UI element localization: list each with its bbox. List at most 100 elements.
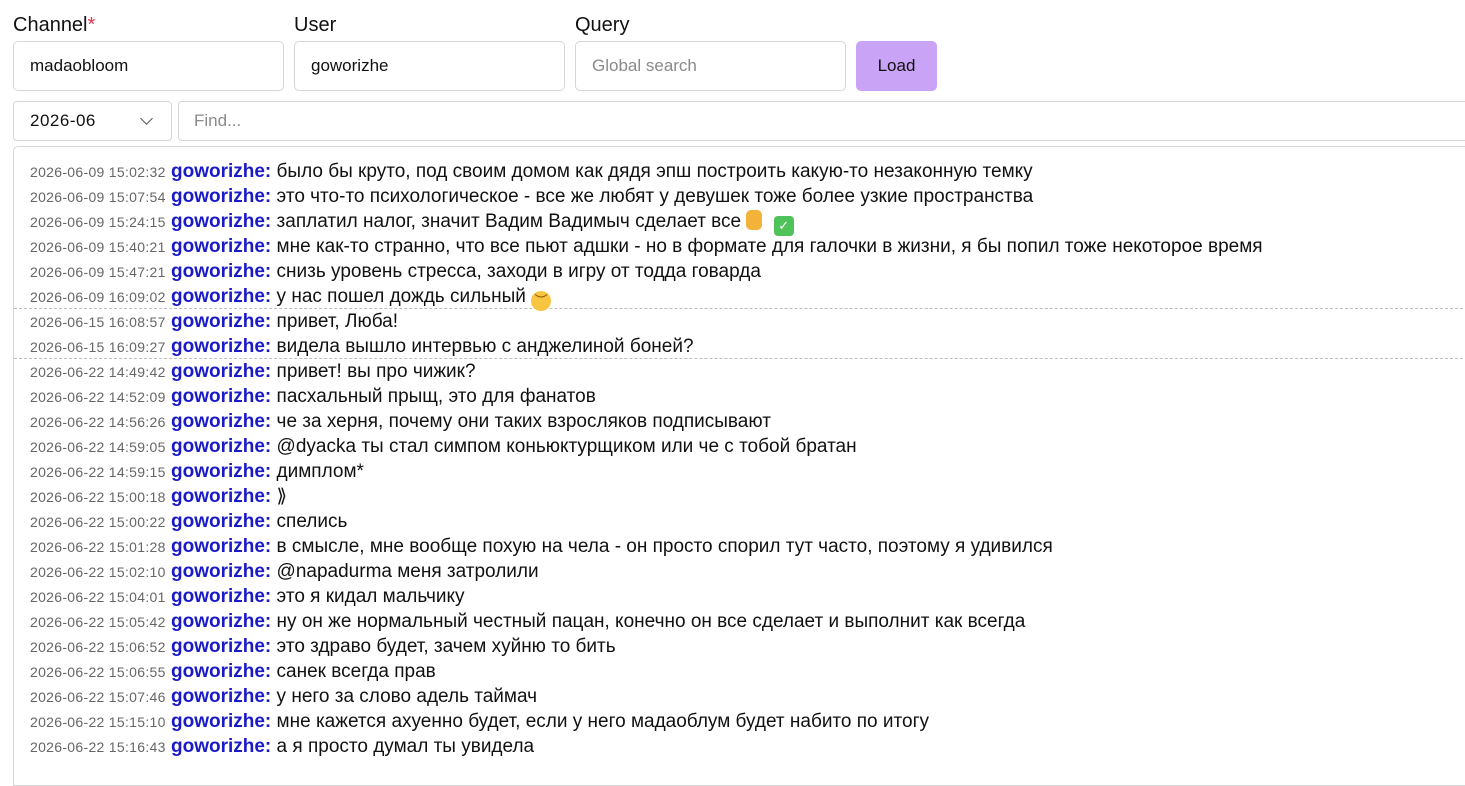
log-message: 2026-06-15 16:09:27 goworizhe: видела вы… (14, 334, 1465, 358)
message-text: у него за слово адель таймач (276, 686, 538, 707)
message-text: че за херня, почему они таких взросляков… (276, 411, 771, 432)
message-timestamp: 2026-06-22 14:56:26 (30, 414, 166, 430)
message-timestamp: 2026-06-09 15:24:15 (30, 214, 166, 230)
message-timestamp: 2026-06-22 14:59:15 (30, 464, 166, 480)
channel-label: Channel* (13, 14, 96, 36)
message-timestamp: 2026-06-09 16:09:02 (30, 289, 166, 305)
message-username[interactable]: goworizhe: (171, 561, 271, 582)
log-message: 2026-06-22 15:00:22 goworizhe: спелись (14, 509, 1465, 534)
chevron-down-icon (140, 112, 153, 125)
month-select[interactable]: 2026-06 (13, 101, 172, 141)
query-input[interactable] (575, 41, 846, 91)
message-text: это я кидал мальчику (276, 586, 465, 607)
message-username[interactable]: goworizhe: (171, 211, 271, 232)
query-label: Query (575, 14, 630, 36)
log-message: 2026-06-22 14:56:26 goworizhe: че за хер… (14, 409, 1465, 434)
channel-field: Channel* (13, 0, 284, 91)
message-timestamp: 2026-06-22 14:59:05 (30, 439, 166, 455)
log-message: 2026-06-09 15:47:21 goworizhe: снизь уро… (14, 259, 1465, 284)
message-username[interactable]: goworizhe: (171, 411, 271, 432)
log-message: 2026-06-22 15:16:43 goworizhe: а я прост… (14, 734, 1465, 758)
message-username[interactable]: goworizhe: (171, 186, 271, 207)
log-message: 2026-06-15 16:08:57 goworizhe: привет, Л… (14, 309, 1465, 334)
message-username[interactable]: goworizhe: (171, 736, 271, 757)
message-text: привет, Люба! (276, 311, 398, 332)
message-username[interactable]: goworizhe: (171, 261, 271, 282)
message-timestamp: 2026-06-22 15:00:22 (30, 514, 166, 530)
query-field: Query (575, 0, 846, 91)
message-username[interactable]: goworizhe: (171, 386, 271, 407)
log-message: 2026-06-09 15:24:15 goworizhe: заплатил … (14, 209, 1465, 236)
message-timestamp: 2026-06-22 15:07:46 (30, 689, 166, 705)
log-message: 2026-06-09 15:07:54 goworizhe: это что-т… (14, 184, 1465, 209)
log-message: 2026-06-22 15:00:18 goworizhe: ⟫ (14, 484, 1465, 509)
message-timestamp: 2026-06-22 15:06:55 (30, 664, 166, 680)
log-message: 2026-06-09 15:02:32 goworizhe: было бы к… (14, 159, 1465, 184)
message-text: ⟫ (276, 486, 288, 507)
message-text: пасхальный прыщ, это для фанатов (276, 386, 596, 407)
message-username[interactable]: goworizhe: (171, 336, 271, 357)
message-username[interactable]: goworizhe: (171, 636, 271, 657)
month-select-value: 2026-06 (30, 111, 96, 130)
channel-input[interactable] (13, 41, 284, 91)
message-text: мне как-то странно, что все пьют адшки -… (276, 236, 1263, 257)
message-text: ну он же нормальный честный пацан, конеч… (276, 611, 1026, 632)
message-timestamp: 2026-06-22 14:52:09 (30, 389, 166, 405)
message-timestamp: 2026-06-22 15:05:42 (30, 614, 166, 630)
message-timestamp: 2026-06-22 15:04:01 (30, 589, 166, 605)
message-username[interactable]: goworizhe: (171, 161, 271, 182)
user-input[interactable] (294, 41, 565, 91)
message-username[interactable]: goworizhe: (171, 361, 271, 382)
message-text: снизь уровень стресса, заходи в игру от … (276, 261, 761, 282)
log-message: 2026-06-22 15:05:42 goworizhe: ну он же … (14, 609, 1465, 634)
message-username[interactable]: goworizhe: (171, 236, 271, 257)
log-message: 2026-06-22 15:04:01 goworizhe: это я кид… (14, 584, 1465, 609)
message-log[interactable]: 2026-06-09 15:02:32 goworizhe: было бы к… (13, 146, 1465, 786)
log-message: 2026-06-22 15:07:46 goworizhe: у него за… (14, 684, 1465, 709)
message-username[interactable]: goworizhe: (171, 486, 271, 507)
message-text: видела вышло интервью с анджелиной боней… (276, 336, 694, 357)
message-username[interactable]: goworizhe: (171, 711, 271, 732)
message-username[interactable]: goworizhe: (171, 286, 271, 307)
load-button[interactable]: Load (856, 41, 937, 91)
message-timestamp: 2026-06-22 15:00:18 (30, 489, 166, 505)
message-username[interactable]: goworizhe: (171, 536, 271, 557)
thumbs-up-icon (746, 210, 763, 230)
log-message: 2026-06-09 16:09:02 goworizhe: у нас пош… (14, 284, 1465, 311)
log-message: 2026-06-22 15:02:10 goworizhe: @napadurm… (14, 559, 1465, 584)
message-username[interactable]: goworizhe: (171, 586, 271, 607)
message-text: спелись (276, 511, 348, 532)
message-timestamp: 2026-06-22 14:49:42 (30, 364, 166, 380)
message-timestamp: 2026-06-22 15:02:10 (30, 564, 166, 580)
message-timestamp: 2026-06-09 15:07:54 (30, 189, 166, 205)
message-text: это здраво будет, зачем хуйню то бить (276, 636, 616, 657)
pensive-face-icon: ︶ (531, 291, 552, 311)
message-text: в смысле, мне вообще похую на чела - он … (276, 536, 1053, 557)
message-timestamp: 2026-06-22 15:16:43 (30, 739, 166, 755)
message-username[interactable]: goworizhe: (171, 511, 271, 532)
message-text: у нас пошел дождь сильный (276, 286, 526, 307)
message-timestamp: 2026-06-22 15:06:52 (30, 639, 166, 655)
message-username[interactable]: goworizhe: (171, 461, 271, 482)
user-label: User (294, 14, 337, 36)
required-mark: * (87, 14, 96, 36)
message-timestamp: 2026-06-15 16:08:57 (30, 314, 166, 330)
message-username[interactable]: goworizhe: (171, 436, 271, 457)
message-text: привет! вы про чижик? (276, 361, 476, 382)
message-username[interactable]: goworizhe: (171, 686, 271, 707)
message-username[interactable]: goworizhe: (171, 611, 271, 632)
day-group: 2026-06-15 16:08:57 goworizhe: привет, Л… (14, 309, 1465, 359)
message-text: санек всегда прав (276, 661, 436, 682)
find-input[interactable] (178, 101, 1465, 141)
log-message: 2026-06-22 14:49:42 goworizhe: привет! в… (14, 359, 1465, 384)
message-username[interactable]: goworizhe: (171, 311, 271, 332)
log-message: 2026-06-22 14:59:05 goworizhe: @dyacka т… (14, 434, 1465, 459)
log-message: 2026-06-22 15:15:10 goworizhe: мне кажет… (14, 709, 1465, 734)
message-username[interactable]: goworizhe: (171, 661, 271, 682)
message-timestamp: 2026-06-09 15:47:21 (30, 264, 166, 280)
message-text: а я просто думал ты увидела (276, 736, 535, 757)
log-message: 2026-06-22 15:01:28 goworizhe: в смысле,… (14, 534, 1465, 559)
message-text: @dyacka ты стал симпом коньюктурщиком ил… (276, 436, 857, 457)
message-text: мне кажется ахуенно будет, если у него м… (276, 711, 930, 732)
check-mark-icon: ✓ (773, 216, 794, 236)
